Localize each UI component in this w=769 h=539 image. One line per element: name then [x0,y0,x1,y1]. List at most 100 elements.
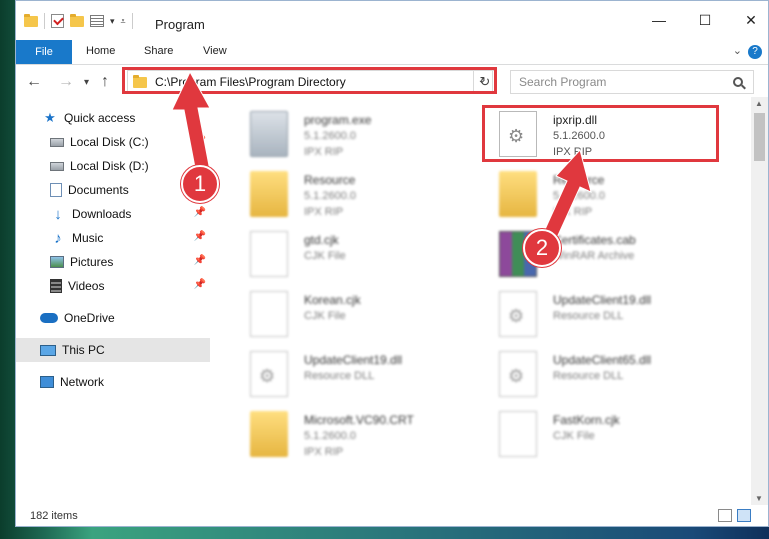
network-icon [40,376,54,388]
dll-gear-icon [250,351,288,397]
file-name: Korean.cjk [304,293,361,307]
address-bar[interactable]: C:\Program Files\Program Directory ⌄ [127,70,493,94]
list-item[interactable]: ipxrip.dll 5.1.2600.0 IPX RIP [493,105,733,161]
maximize-button[interactable]: ☐ [682,1,728,39]
sidebar-item-local-disk-d[interactable]: Local Disk (D:) [16,154,210,178]
tab-view[interactable]: View [203,45,227,57]
minimize-button[interactable]: — [636,1,682,39]
sidebar-item-label: Music [72,231,104,245]
list-item[interactable]: Resource 5.1.2600.0 IPX RIP [493,165,733,221]
vertical-scrollbar[interactable]: ▲ ▼ [751,97,768,505]
quick-access-toolbar: ▾ ⩡ [24,13,133,29]
status-bar: 182 items [16,505,768,526]
tab-share[interactable]: Share [144,45,173,57]
details-view-icon[interactable] [718,509,732,522]
sidebar-item-label: Pictures [70,255,114,269]
refresh-button[interactable]: ↻ [473,70,497,94]
pin-icon: 📌 [193,231,206,242]
properties-check-icon[interactable] [51,14,64,28]
file-version: 5.1.2600.0 [553,130,605,142]
navigation-pane: Quick access Local Disk (C:) 📌 Local Dis… [16,101,210,501]
sidebar-item-network[interactable]: Network [16,370,210,394]
explorer-window: ▾ ⩡ Program — ☐ ✕ File Home Share View ⌄… [15,0,769,527]
navigation-bar: ← → ▾ ↑ C:\Program Files\Program Directo… [16,67,768,97]
list-item[interactable]: Microsoft.VC90.CRT 5.1.2600.0 IPX RIP [244,405,484,461]
sidebar-item-label: Documents [68,183,129,197]
sidebar-item-this-pc[interactable]: This PC [16,338,210,362]
ribbon-tabs: File Home Share View ⌄ ? [16,39,768,65]
file-name: Microsoft.VC90.CRT [304,413,414,427]
file-name: Resource [304,173,356,187]
file-name: Certificates.cab [553,233,636,247]
file-type: CJK File [304,250,346,262]
large-icons-view-icon[interactable] [737,509,751,522]
new-folder-icon[interactable] [70,13,84,27]
sidebar-item-label: This PC [62,343,105,357]
window-title: Program [155,17,205,32]
tab-home[interactable]: Home [86,45,115,57]
pictures-icon [50,256,64,268]
list-item[interactable]: UpdateClient65.dll Resource DLL [493,345,733,401]
sidebar-item-pictures[interactable]: Pictures 📌 [16,250,210,274]
scrollbar-thumb[interactable] [754,113,765,161]
up-button[interactable]: ↑ [101,73,109,91]
cloud-icon [40,313,58,323]
scroll-down-icon[interactable]: ▼ [755,494,763,503]
dll-gear-icon [499,351,537,397]
search-input[interactable]: Search Program [519,75,733,89]
expand-ribbon-icon[interactable]: ⌄ [733,44,742,57]
list-item[interactable]: FastKorn.cjk CJK File [493,405,733,461]
forward-button[interactable]: → [58,73,74,91]
title-bar: ▾ ⩡ Program — ☐ ✕ [16,1,768,39]
documents-icon [50,183,62,197]
customize-toolbar-icon[interactable]: ⩡ [121,16,126,27]
sidebar-item-onedrive[interactable]: OneDrive [16,306,210,330]
videos-icon [50,279,62,293]
close-button[interactable]: ✕ [728,1,768,39]
list-item[interactable]: UpdateClient19.dll Resource DLL [493,285,733,341]
toolbar-separator [44,13,45,29]
computer-icon [40,344,56,356]
list-item[interactable]: Korean.cjk CJK File [244,285,484,341]
address-path[interactable]: C:\Program Files\Program Directory [155,75,346,89]
file-version: 5.1.2600.0 [553,190,605,202]
file-name: ipxrip.dll [553,113,598,127]
help-icon[interactable]: ? [748,45,762,59]
view-properties-icon[interactable] [90,15,104,27]
file-description: IPX RIP [304,446,344,458]
pin-icon: 📌 [193,207,206,218]
drive-icon [50,161,64,171]
file-type: Resource DLL [304,370,375,382]
sidebar-item-downloads[interactable]: Downloads 📌 [16,202,210,226]
folder-icon [250,171,288,217]
sidebar-item-videos[interactable]: Videos 📌 [16,274,210,298]
file-name: UpdateClient19.dll [553,293,652,307]
sidebar-item-music[interactable]: Music 📌 [16,226,210,250]
list-item[interactable]: Resource 5.1.2600.0 IPX RIP [244,165,484,221]
step-1-badge: 1 [181,165,219,203]
dll-gear-icon [499,291,537,337]
sidebar-item-local-disk-c[interactable]: Local Disk (C:) 📌 [16,130,210,154]
list-item[interactable]: UpdateClient19.dll Resource DLL [244,345,484,401]
file-version: 5.1.2600.0 [304,430,356,442]
file-name: gtd.cjk [304,233,339,247]
sidebar-item-label: Local Disk (C:) [70,135,149,149]
search-box[interactable]: Search Program [510,70,754,94]
file-name: UpdateClient19.dll [304,353,403,367]
recent-locations-button[interactable]: ▾ [84,77,89,88]
sidebar-item-quick-access[interactable]: Quick access [16,106,210,130]
star-icon [42,111,58,125]
back-button[interactable]: ← [26,73,42,91]
search-icon[interactable] [733,77,743,87]
refresh-icon: ↻ [479,74,491,89]
file-icon [250,231,288,277]
file-icon [250,291,288,337]
tab-file[interactable]: File [16,40,72,64]
sidebar-item-label: Quick access [64,111,136,125]
file-name: Resource [553,173,605,187]
sidebar-item-label: Network [60,375,105,389]
scroll-up-icon[interactable]: ▲ [755,99,763,108]
list-item[interactable]: program.exe 5.1.2600.0 IPX RIP [244,105,484,161]
chevron-down-icon[interactable]: ▾ [110,16,115,27]
list-item[interactable]: gtd.cjk CJK File [244,225,484,281]
